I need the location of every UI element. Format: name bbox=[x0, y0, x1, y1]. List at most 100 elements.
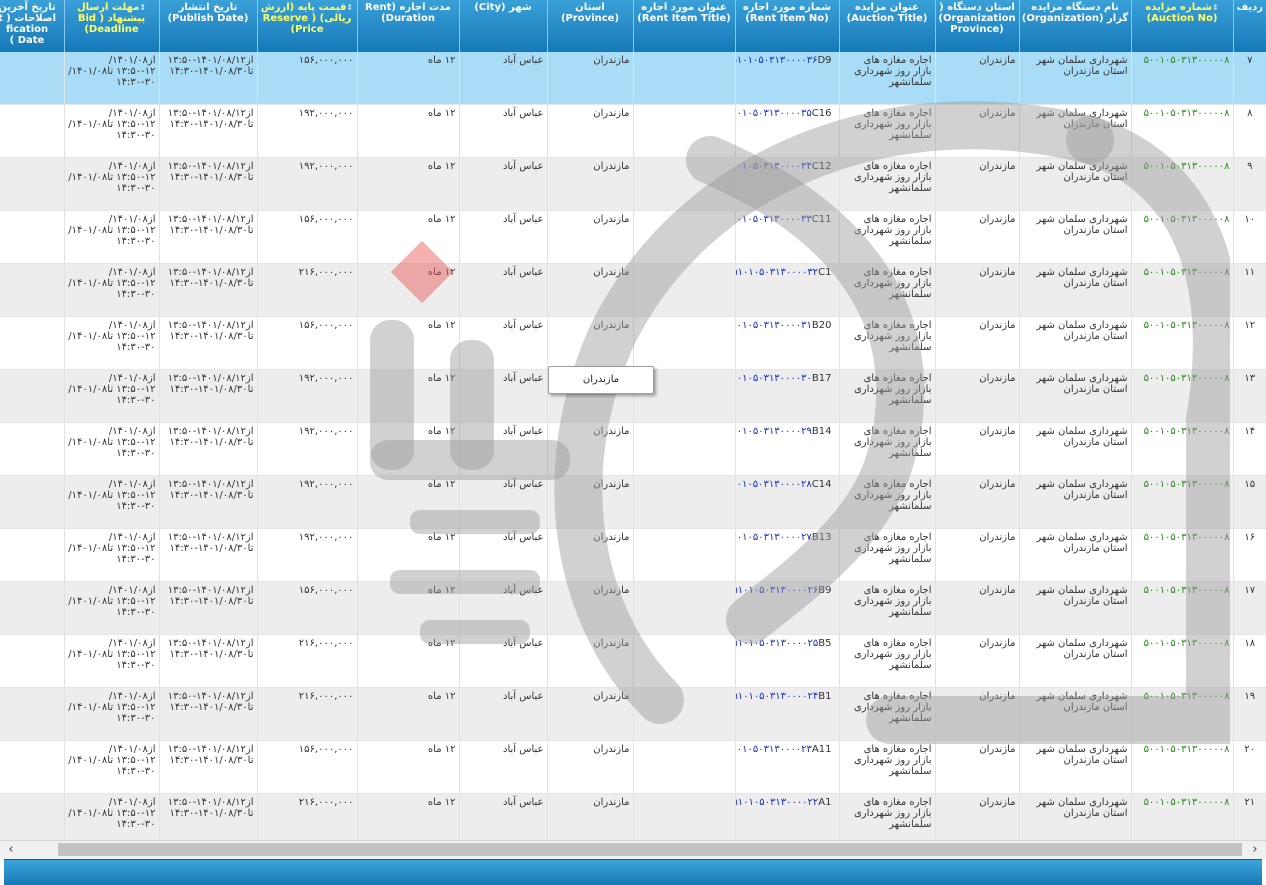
scrollbar-thumb[interactable] bbox=[58, 843, 1242, 856]
auction-no-link[interactable]: ۵۰۰۱۰۵۰۳۱۳۰۰۰۰۰۸ bbox=[1130, 740, 1233, 794]
table-row[interactable]: ۱۲ ۵۰۰۱۰۵۰۳۱۳۰۰۰۰۰۸ شهرداری سلمان شهر استا… bbox=[0, 316, 1266, 370]
rent-item-number[interactable]: ۵۱۰۱۰۵۰۳۱۳۰۰۰۰۳۲ bbox=[736, 267, 818, 278]
col-rent-item-title[interactable]: عنوان مورد اجاره (Rent Item Title) bbox=[632, 0, 735, 52]
auction-title-cell: اجاره مغازه های بازار روز شهرداری سلمانش… bbox=[838, 634, 935, 688]
auction-no-link[interactable]: ۵۰۰۱۰۵۰۳۱۳۰۰۰۰۰۸ bbox=[1130, 369, 1233, 423]
row-index: ۲۱ bbox=[1232, 793, 1266, 847]
table-row[interactable]: ۹ ۵۰۰۱۰۵۰۳۱۳۰۰۰۰۰۸ شهرداری سلمان شهر استان… bbox=[0, 157, 1266, 211]
rent-item-no-link[interactable]: ۵۱۰۱۰۵۰۳۱۳۰۰۰۰۲۹B14 bbox=[734, 422, 839, 476]
auction-no-link[interactable]: ۵۰۰۱۰۵۰۳۱۳۰۰۰۰۰۸ bbox=[1130, 157, 1233, 211]
deadline-cell: از۱۴۰۱/۰۸/ ۱۲-۱۳:۵۰ تا۱۴۰۱/۰۸/ ۳۰-۱۴:۳۰ bbox=[63, 634, 159, 688]
rent-item-no-link[interactable]: ۵۱۰۱۰۵۰۳۱۳۰۰۰۰۲۸C14 bbox=[734, 475, 839, 529]
rent-item-number[interactable]: ۵۱۰۱۰۵۰۳۱۳۰۰۰۰۲۳ bbox=[736, 744, 812, 755]
col-rent-item-no[interactable]: شماره مورد اجاره (Rent Item No) bbox=[734, 0, 839, 52]
table-row[interactable]: ۸ ۵۰۰۱۰۵۰۳۱۳۰۰۰۰۰۸ شهرداری سلمان شهر استان… bbox=[0, 104, 1266, 158]
rent-item-no-link[interactable]: ۵۱۰۱۰۵۰۳۱۳۰۰۰۰۳۳C11 bbox=[734, 210, 839, 264]
col-province[interactable]: استان (Province) bbox=[546, 0, 633, 52]
modification-date-cell bbox=[0, 475, 64, 529]
auction-no-link[interactable]: ۵۰۰۱۰۵۰۳۱۳۰۰۰۰۰۸ bbox=[1130, 210, 1233, 264]
auction-no-link[interactable]: ۵۰۰۱۰۵۰۳۱۳۰۰۰۰۰۸ bbox=[1130, 528, 1233, 582]
horizontal-scrollbar[interactable]: ‹ › bbox=[0, 840, 1266, 859]
row-index: ۱۷ bbox=[1232, 581, 1266, 635]
rent-item-number[interactable]: ۵۱۰۱۰۵۰۳۱۳۰۰۰۰۲۶ bbox=[736, 585, 818, 596]
province-cell: مازندران bbox=[546, 52, 633, 105]
col-city[interactable]: شهر (City) bbox=[458, 0, 547, 52]
row-index: ۷ bbox=[1232, 52, 1266, 105]
col-rent-duration[interactable]: مدت اجاره (Rent Duration) bbox=[356, 0, 459, 52]
scroll-left-icon[interactable]: ‹ bbox=[2, 841, 20, 859]
publish-date-cell: از۱۴۰۱/۰۸/۱۲-۱۳:۵۰ تا۱۴۰۱/۰۸/۳۰-۱۴:۳۰ bbox=[158, 687, 257, 741]
auction-no-link[interactable]: ۵۰۰۱۰۵۰۳۱۳۰۰۰۰۰۸ bbox=[1130, 104, 1233, 158]
rent-item-code: B9 bbox=[818, 585, 832, 596]
col-publish-date[interactable]: تاریخ انتشار (Publish Date) bbox=[158, 0, 257, 52]
rent-item-no-link[interactable]: ۵۱۰۱۰۵۰۳۱۳۰۰۰۰۲۳A11 bbox=[734, 740, 839, 794]
auction-no-link[interactable]: ۵۰۰۱۰۵۰۳۱۳۰۰۰۰۰۸ bbox=[1130, 263, 1233, 317]
auction-no-link[interactable]: ۵۰۰۱۰۵۰۳۱۳۰۰۰۰۰۸ bbox=[1130, 581, 1233, 635]
auction-title-cell: اجاره مغازه های بازار روز شهرداری سلمانش… bbox=[838, 687, 935, 741]
rent-item-no-link[interactable]: ۵۱۰۱۰۵۰۳۱۳۰۰۰۰۲۴B1 bbox=[734, 687, 839, 741]
col-auction-title[interactable]: عنوان مزایده (Auction Title) bbox=[838, 0, 935, 52]
table-row[interactable]: ۷ ۵۰۰۱۰۵۰۳۱۳۰۰۰۰۰۸ شهرداری سلمان شهر استان… bbox=[0, 52, 1266, 105]
auction-no-link[interactable]: ۵۰۰۱۰۵۰۳۱۳۰۰۰۰۰۸ bbox=[1130, 316, 1233, 370]
table-row[interactable]: ۱۴ ۵۰۰۱۰۵۰۳۱۳۰۰۰۰۰۸ شهرداری سلمان شهر استا… bbox=[0, 422, 1266, 476]
city-cell: عباس آباد bbox=[458, 263, 547, 317]
col-row-index[interactable]: ردیف bbox=[1232, 0, 1266, 52]
table-row[interactable]: ۲۰ ۵۰۰۱۰۵۰۳۱۳۰۰۰۰۰۸ شهرداری سلمان شهر استا… bbox=[0, 740, 1266, 794]
auction-no-link[interactable]: ۵۰۰۱۰۵۰۳۱۳۰۰۰۰۰۸ bbox=[1130, 475, 1233, 529]
rent-item-number[interactable]: ۵۱۰۱۰۵۰۳۱۳۰۰۰۰۲۸ bbox=[736, 479, 812, 490]
table-row[interactable]: ۱۶ ۵۰۰۱۰۵۰۳۱۳۰۰۰۰۰۸ شهرداری سلمان شهر استا… bbox=[0, 528, 1266, 582]
rent-item-no-link[interactable]: ۵۱۰۱۰۵۰۳۱۳۰۰۰۰۳۰B17 bbox=[734, 369, 839, 423]
rent-item-title-cell bbox=[632, 263, 735, 317]
rent-item-code: B14 bbox=[811, 426, 832, 437]
city-cell: عباس آباد bbox=[458, 316, 547, 370]
rent-item-no-link[interactable]: ۵۱۰۱۰۵۰۳۱۳۰۰۰۰۲۷B13 bbox=[734, 528, 839, 582]
reserve-price-cell: ۱۵۶,۰۰۰,۰۰۰ bbox=[256, 52, 357, 105]
auction-title-cell: اجاره مغازه های بازار روز شهرداری سلمانش… bbox=[838, 157, 935, 211]
rent-item-number[interactable]: ۵۱۰۱۰۵۰۳۱۳۰۰۰۰۳۵ bbox=[736, 108, 812, 119]
col-organization[interactable]: نام دستگاه مزایده گزار (Organization) bbox=[1018, 0, 1131, 52]
rent-item-number[interactable]: ۵۱۰۱۰۵۰۳۱۳۰۰۰۰۳۱ bbox=[736, 320, 812, 331]
table-row[interactable]: ۱۱ ۵۰۰۱۰۵۰۳۱۳۰۰۰۰۰۸ شهرداری سلمان شهر استا… bbox=[0, 263, 1266, 317]
publish-date-cell: از۱۴۰۱/۰۸/۱۲-۱۳:۵۰ تا۱۴۰۱/۰۸/۳۰-۱۴:۳۰ bbox=[158, 369, 257, 423]
reserve-price-cell: ۱۵۶,۰۰۰,۰۰۰ bbox=[256, 740, 357, 794]
col-bid-deadline[interactable]: ⇕مهلت ارسال پیشنهاد ( Bid (Deadline bbox=[63, 0, 159, 52]
deadline-cell: از۱۴۰۱/۰۸/ ۱۲-۱۳:۵۰ تا۱۴۰۱/۰۸/ ۳۰-۱۴:۳۰ bbox=[63, 316, 159, 370]
rent-item-no-link[interactable]: ۵۱۰۱۰۵۰۳۱۳۰۰۰۰۲۲A1 bbox=[734, 793, 839, 847]
rent-item-no-link[interactable]: ۵۱۰۱۰۵۰۳۱۳۰۰۰۰۳۶D9 bbox=[734, 52, 839, 105]
rent-item-number[interactable]: ۵۱۰۱۰۵۰۳۱۳۰۰۰۰۳۴ bbox=[736, 161, 812, 172]
col-modification-date[interactable]: تاریخ آخرین اصلاحات ( t fication Date ) bbox=[0, 0, 64, 52]
rent-item-no-link[interactable]: ۵۱۰۱۰۵۰۳۱۳۰۰۰۰۳۵C16 bbox=[734, 104, 839, 158]
auction-no-link[interactable]: ۵۰۰۱۰۵۰۳۱۳۰۰۰۰۰۸ bbox=[1130, 634, 1233, 688]
col-reserve-price[interactable]: ⇕قیمت پایه (ارزش ریالی) ( Reserve (Price bbox=[256, 0, 357, 52]
table-row[interactable]: ۱۷ ۵۰۰۱۰۵۰۳۱۳۰۰۰۰۰۸ شهرداری سلمان شهر استا… bbox=[0, 581, 1266, 635]
rent-item-no-link[interactable]: ۵۱۰۱۰۵۰۳۱۳۰۰۰۰۳۲C1 bbox=[734, 263, 839, 317]
scroll-right-icon[interactable]: › bbox=[1246, 841, 1264, 859]
auction-no-link[interactable]: ۵۰۰۱۰۵۰۳۱۳۰۰۰۰۰۸ bbox=[1130, 52, 1233, 105]
rent-item-no-link[interactable]: ۵۱۰۱۰۵۰۳۱۳۰۰۰۰۲۵B5 bbox=[734, 634, 839, 688]
table-row[interactable]: ۱۵ ۵۰۰۱۰۵۰۳۱۳۰۰۰۰۰۸ شهرداری سلمان شهر استا… bbox=[0, 475, 1266, 529]
rent-item-number[interactable]: ۵۱۰۱۰۵۰۳۱۳۰۰۰۰۲۹ bbox=[736, 426, 812, 437]
rent-item-number[interactable]: ۵۱۰۱۰۵۰۳۱۳۰۰۰۰۲۵ bbox=[736, 638, 818, 649]
rent-item-no-link[interactable]: ۵۱۰۱۰۵۰۳۱۳۰۰۰۰۳۴C12 bbox=[734, 157, 839, 211]
rent-item-number[interactable]: ۵۱۰۱۰۵۰۳۱۳۰۰۰۰۳۰ bbox=[736, 373, 812, 384]
rent-item-number[interactable]: ۵۱۰۱۰۵۰۳۱۳۰۰۰۰۲۴ bbox=[736, 691, 818, 702]
rent-item-number[interactable]: ۵۱۰۱۰۵۰۳۱۳۰۰۰۰۲۷ bbox=[736, 532, 812, 543]
deadline-cell: از۱۴۰۱/۰۸/ ۱۲-۱۳:۵۰ تا۱۴۰۱/۰۸/ ۳۰-۱۴:۳۰ bbox=[63, 528, 159, 582]
table-row[interactable]: ۲۱ ۵۰۰۱۰۵۰۳۱۳۰۰۰۰۰۸ شهرداری سلمان شهر استا… bbox=[0, 793, 1266, 847]
reserve-price-cell: ۱۹۲,۰۰۰,۰۰۰ bbox=[256, 528, 357, 582]
rent-item-number[interactable]: ۵۱۰۱۰۵۰۳۱۳۰۰۰۰۲۲ bbox=[736, 797, 818, 808]
col-org-province[interactable]: استان دستگاه ( Organization) (Province bbox=[934, 0, 1019, 52]
auction-no-link[interactable]: ۵۰۰۱۰۵۰۳۱۳۰۰۰۰۰۸ bbox=[1130, 793, 1233, 847]
grid-footer-bar bbox=[4, 859, 1262, 885]
auction-no-link[interactable]: ۵۰۰۱۰۵۰۳۱۳۰۰۰۰۰۸ bbox=[1130, 687, 1233, 741]
rent-item-number[interactable]: ۵۱۰۱۰۵۰۳۱۳۰۰۰۰۳۳ bbox=[736, 214, 812, 225]
rent-item-number[interactable]: ۵۱۰۱۰۵۰۳۱۳۰۰۰۰۳۶ bbox=[736, 55, 817, 66]
auction-no-link[interactable]: ۵۰۰۱۰۵۰۳۱۳۰۰۰۰۰۸ bbox=[1130, 422, 1233, 476]
rent-item-no-link[interactable]: ۵۱۰۱۰۵۰۳۱۳۰۰۰۰۳۱B20 bbox=[734, 316, 839, 370]
table-row[interactable]: ۱۰ ۵۰۰۱۰۵۰۳۱۳۰۰۰۰۰۸ شهرداری سلمان شهر استا… bbox=[0, 210, 1266, 264]
col-auction-no[interactable]: ⇕شماره مزایده (Auction No) bbox=[1130, 0, 1233, 52]
table-row[interactable]: ۱۸ ۵۰۰۱۰۵۰۳۱۳۰۰۰۰۰۸ شهرداری سلمان شهر استا… bbox=[0, 634, 1266, 688]
table-row[interactable]: ۱۹ ۵۰۰۱۰۵۰۳۱۳۰۰۰۰۰۸ شهرداری سلمان شهر استا… bbox=[0, 687, 1266, 741]
rent-item-no-link[interactable]: ۵۱۰۱۰۵۰۳۱۳۰۰۰۰۲۶B9 bbox=[734, 581, 839, 635]
organization-cell: شهرداری سلمان شهر استان مازندران bbox=[1018, 369, 1131, 423]
